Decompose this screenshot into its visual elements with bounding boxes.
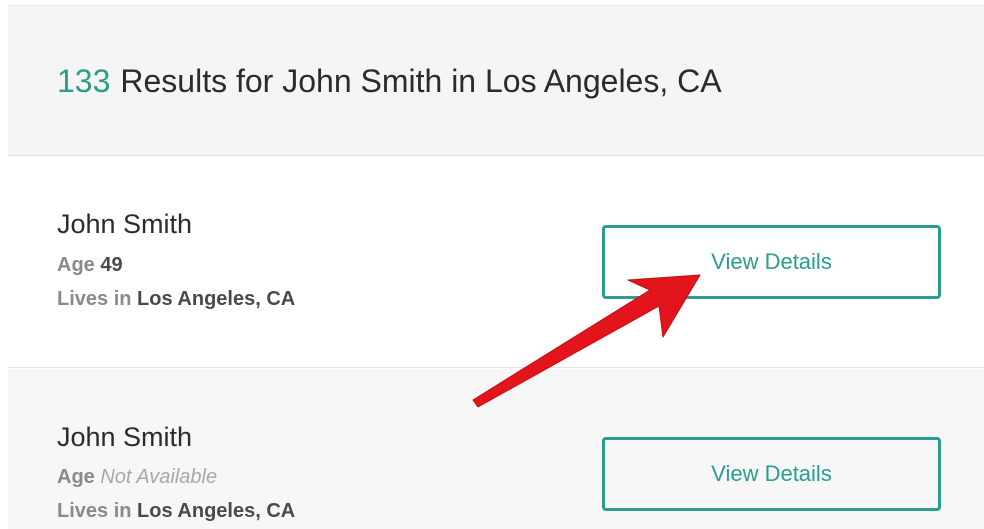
result-card: John Smith Age 49 Lives in Los Angeles, … bbox=[8, 157, 984, 368]
location-line: Lives in Los Angeles, CA bbox=[57, 287, 295, 311]
location-value: Los Angeles, CA bbox=[137, 288, 296, 310]
age-line: Age 49 bbox=[57, 253, 123, 277]
results-title: 133 Results for John Smith in Los Angeles… bbox=[57, 61, 722, 101]
result-card: John Smith Age Not Available Lives in Lo… bbox=[8, 369, 984, 529]
results-header: 133 Results for John Smith in Los Angeles… bbox=[8, 5, 984, 156]
lives-in-label: Lives in bbox=[57, 288, 132, 310]
results-title-text: Results for John Smith in Los Angeles, C… bbox=[120, 63, 722, 99]
age-label: Age bbox=[57, 254, 95, 276]
age-line: Age Not Available bbox=[57, 465, 217, 489]
age-label: Age bbox=[57, 466, 95, 488]
location-value: Los Angeles, CA bbox=[137, 500, 296, 522]
search-results-page: 133 Results for John Smith in Los Angeles… bbox=[0, 0, 984, 529]
view-details-button[interactable]: View Details bbox=[602, 437, 941, 511]
view-details-button[interactable]: View Details bbox=[602, 225, 941, 299]
age-value-unavailable: Not Available bbox=[100, 466, 218, 488]
person-name: John Smith bbox=[57, 422, 193, 452]
location-line: Lives in Los Angeles, CA bbox=[57, 499, 295, 523]
age-value: 49 bbox=[100, 254, 123, 276]
results-count: 133 bbox=[57, 63, 111, 99]
lives-in-label: Lives in bbox=[57, 500, 132, 522]
person-name: John Smith bbox=[57, 209, 193, 239]
